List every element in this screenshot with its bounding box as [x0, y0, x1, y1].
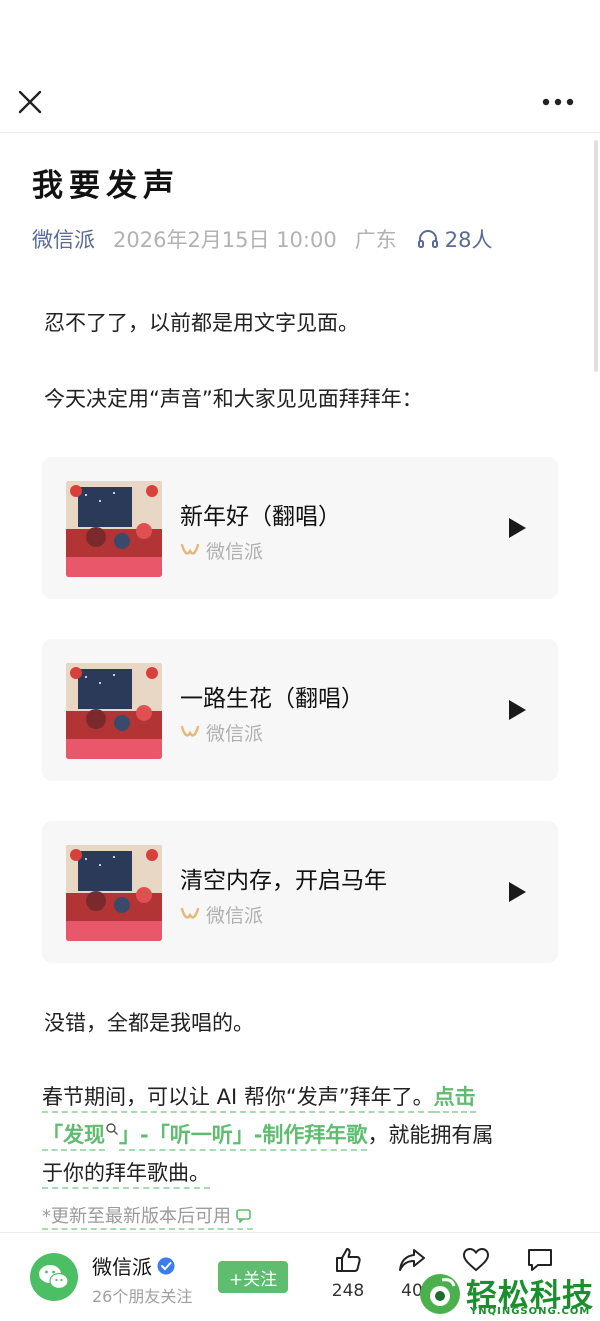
- instruction-link[interactable]: 「发现: [42, 1123, 105, 1151]
- instruction-link[interactable]: 点击: [433, 1085, 476, 1113]
- avatar[interactable]: [30, 1253, 78, 1301]
- comment-small-icon: [236, 1209, 251, 1223]
- wechat-logo-icon: [39, 1265, 69, 1290]
- song-title: 新年好（翻唱）: [180, 504, 341, 530]
- article-meta: 微信派 2026年2月15日 10:00 广东 28人: [32, 224, 492, 254]
- play-icon[interactable]: [504, 697, 530, 723]
- song-source: 微信派: [180, 719, 263, 746]
- song-title: 一路生花（翻唱）: [180, 686, 364, 712]
- play-icon[interactable]: [504, 515, 530, 541]
- wechat-sound-icon: [180, 725, 200, 737]
- listen-count[interactable]: 28人: [417, 224, 493, 254]
- like-button[interactable]: 248: [328, 1245, 368, 1301]
- rich-text: ，就能拥有属: [367, 1123, 494, 1147]
- song-source-text: 微信派: [206, 905, 264, 927]
- song-source-text: 微信派: [206, 723, 264, 745]
- verified-icon: [157, 1257, 175, 1274]
- location: 广东: [354, 228, 397, 252]
- update-note[interactable]: *更新至最新版本后可用: [42, 1202, 253, 1230]
- album-cover: [66, 845, 162, 941]
- rich-text: 春节期间，可以让 AI 帮你“发声”拜年了。: [42, 1085, 434, 1113]
- follow-button[interactable]: +关注: [218, 1261, 288, 1293]
- rich-text: 于你的拜年歌曲。: [42, 1161, 210, 1189]
- play-icon[interactable]: [504, 879, 530, 905]
- scrollbar[interactable]: [594, 140, 598, 372]
- album-cover: [66, 481, 162, 577]
- listen-count-text: 28人: [444, 228, 493, 252]
- watermark: 轻松科技 YNQINGSONG.COM: [418, 1270, 600, 1320]
- watermark-logo-icon: [420, 1274, 460, 1314]
- account-name[interactable]: 微信派: [92, 1251, 176, 1280]
- friends-following: 26个朋友关注: [92, 1287, 193, 1306]
- like-count: 248: [331, 1281, 365, 1301]
- author-link[interactable]: 微信派: [32, 224, 95, 254]
- account-name-text: 微信派: [92, 1255, 152, 1279]
- song-source: 微信派: [180, 537, 263, 564]
- update-note-text: *更新至最新版本后可用: [42, 1206, 231, 1227]
- audio-card[interactable]: 清空内存，开启马年 微信派: [42, 821, 558, 963]
- more-icon[interactable]: [538, 90, 578, 114]
- song-title: 清空内存，开启马年: [180, 868, 387, 894]
- audio-card[interactable]: 新年好（翻唱） 微信派: [42, 457, 558, 599]
- album-cover: [66, 663, 162, 759]
- headphones-icon: [417, 230, 438, 248]
- song-source: 微信派: [180, 901, 263, 928]
- search-icon: [106, 1123, 118, 1135]
- rich-paragraph: 春节期间，可以让 AI 帮你“发声”拜年了。点击 「发现 」-「听一听」-制作拜年…: [42, 1078, 562, 1192]
- thumb-up-icon: [336, 1248, 361, 1272]
- song-source-text: 微信派: [206, 541, 264, 563]
- top-bar: [0, 0, 600, 133]
- publish-date: 2026年2月15日 10:00: [113, 228, 337, 252]
- wechat-sound-icon: [180, 907, 200, 919]
- paragraph: 没错，全都是我唱的。: [44, 1011, 254, 1035]
- instruction-link[interactable]: 」-「听一听」-制作拜年歌: [119, 1123, 368, 1151]
- article-title: 我要发声: [32, 168, 180, 204]
- watermark-sub: YNQINGSONG.COM: [470, 1306, 591, 1317]
- wechat-sound-icon: [180, 543, 200, 555]
- audio-card[interactable]: 一路生花（翻唱） 微信派: [42, 639, 558, 781]
- paragraph: 今天决定用“声音”和大家见见面拜拜年：: [44, 387, 423, 411]
- paragraph: 忍不了了，以前都是用文字见面。: [44, 311, 359, 335]
- close-icon[interactable]: [14, 86, 46, 118]
